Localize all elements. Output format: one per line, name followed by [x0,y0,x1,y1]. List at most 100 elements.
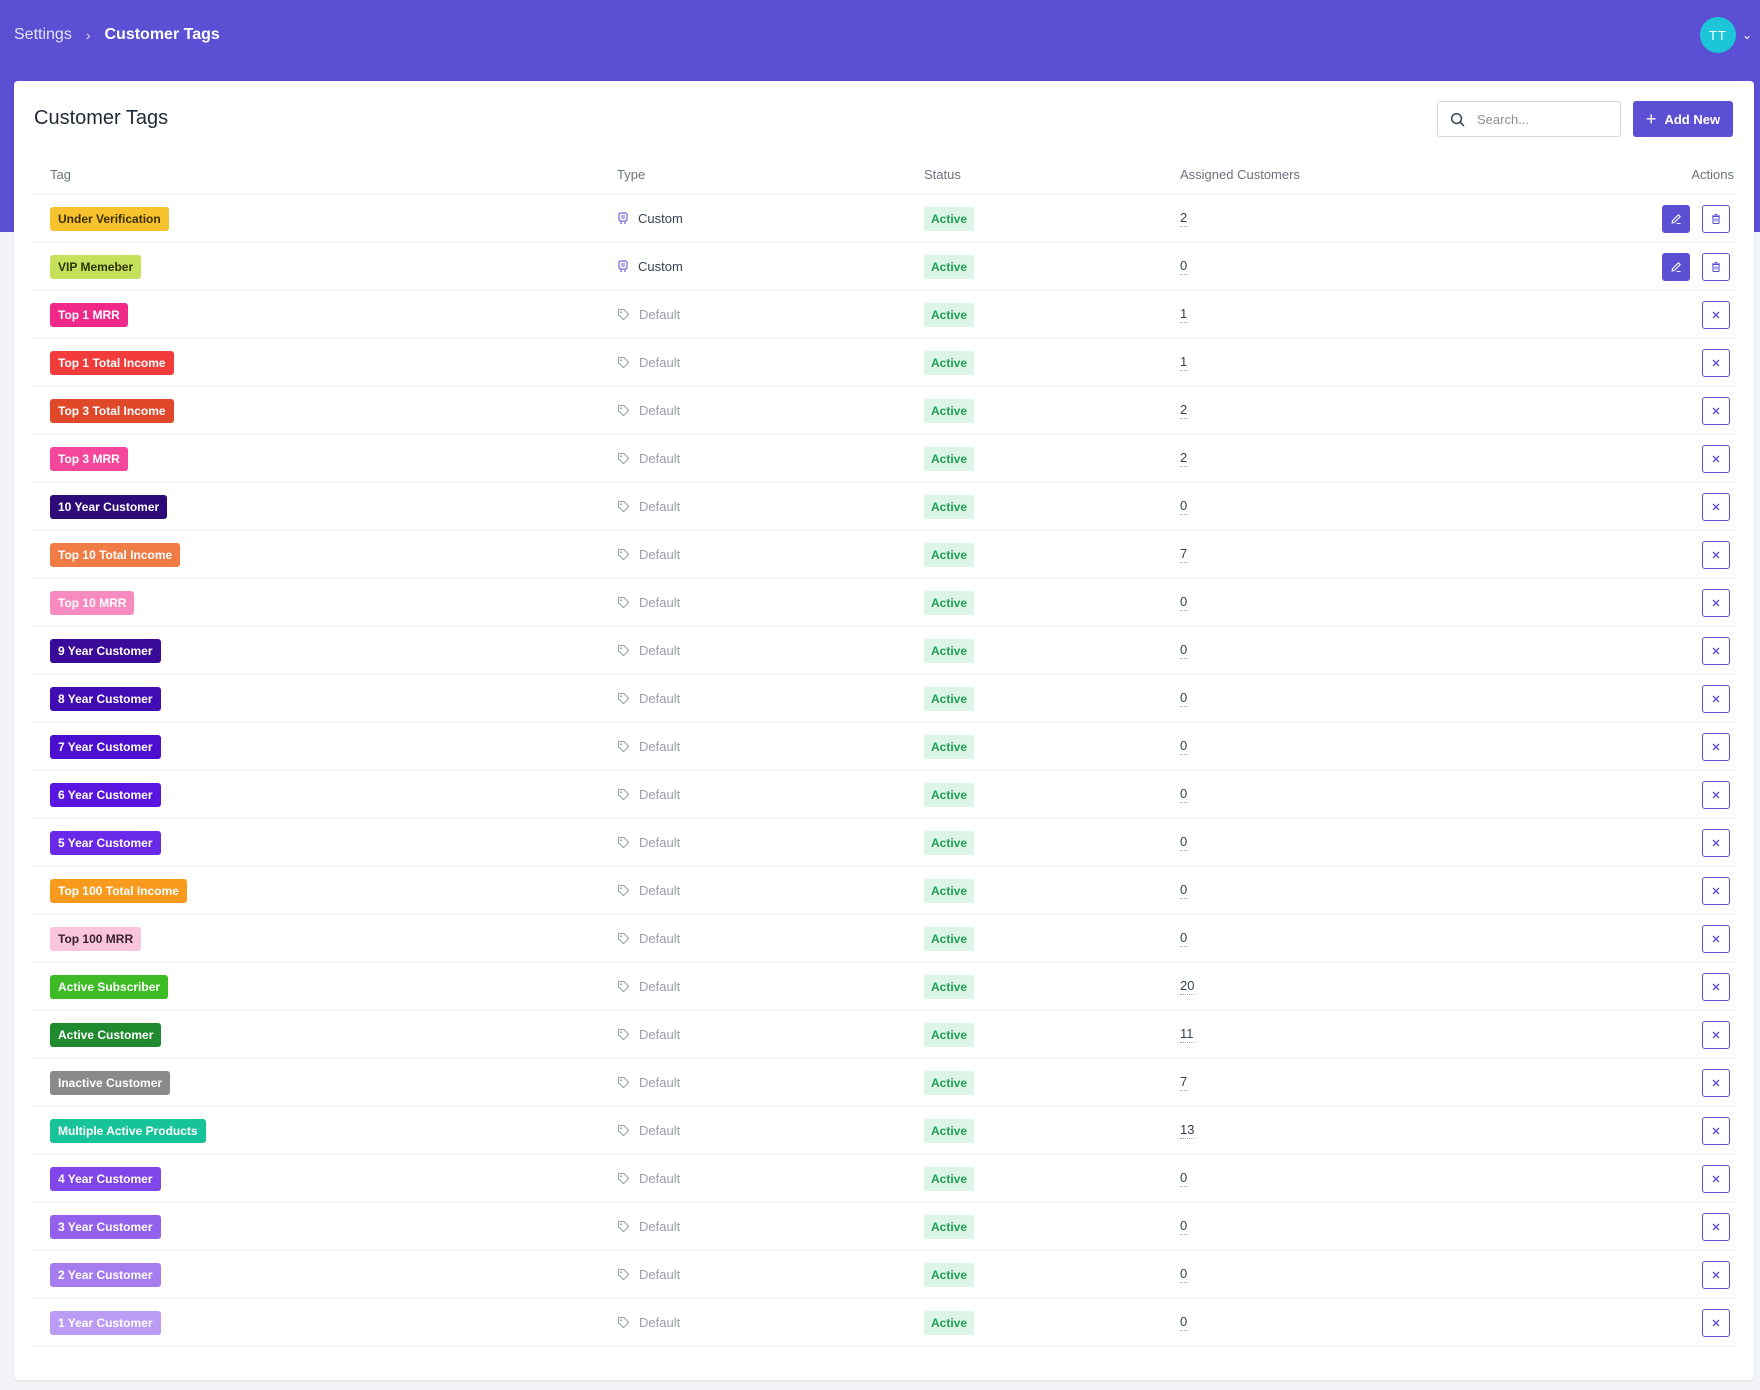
tag-pill[interactable]: Multiple Active Products [50,1118,206,1143]
remove-button[interactable] [1702,540,1730,569]
assigned-count[interactable]: 0 [1180,738,1188,755]
tag-pill[interactable]: 9 Year Customer [50,638,161,663]
assigned-count[interactable]: 0 [1180,834,1188,851]
assigned-count[interactable]: 0 [1180,1218,1188,1235]
close-icon [1712,695,1720,702]
table-row: Active Subscriber Default Active 20 [34,963,1734,1011]
tag-pill[interactable]: 4 Year Customer [50,1166,161,1191]
assigned-cell: 1 [1180,339,1188,386]
add-new-button[interactable]: + Add New [1633,101,1733,137]
assigned-count[interactable]: 13 [1180,1122,1195,1139]
tag-pill[interactable]: Top 3 MRR [50,446,128,471]
remove-button[interactable] [1702,684,1730,713]
tag-pill[interactable]: Inactive Customer [50,1070,171,1095]
table-row: Under Verification Custom Active 2 [34,195,1734,243]
close-icon [1712,503,1720,510]
remove-button[interactable] [1702,300,1730,329]
assigned-count[interactable]: 0 [1180,1170,1188,1187]
tag-pill[interactable]: VIP Memeber [50,254,142,279]
tag-pill[interactable]: Under Verification [50,206,169,231]
remove-button[interactable] [1702,924,1730,953]
tag-pill[interactable]: Top 100 Total Income [50,878,187,903]
search-box[interactable] [1437,101,1621,137]
status-cell: Active [924,771,975,818]
remove-button[interactable] [1702,1212,1730,1241]
breadcrumb-settings-link[interactable]: Settings [14,26,72,44]
tag-pill[interactable]: 5 Year Customer [50,830,161,855]
remove-button[interactable] [1702,348,1730,377]
tag-pill[interactable]: Top 100 MRR [50,926,142,951]
edit-icon [1671,261,1681,272]
tag-pill[interactable]: Top 10 MRR [50,590,135,615]
assigned-count[interactable]: 0 [1180,594,1188,611]
tag-pill[interactable]: 2 Year Customer [50,1262,161,1287]
type-cell: Default [617,579,680,626]
remove-button[interactable] [1702,1308,1730,1337]
remove-button[interactable] [1702,1164,1730,1193]
edit-button[interactable] [1662,204,1690,233]
remove-button[interactable] [1702,1260,1730,1289]
close-icon [1712,359,1720,366]
remove-button[interactable] [1702,444,1730,473]
assigned-count[interactable]: 0 [1180,1314,1188,1331]
status-badge: Active [924,974,975,999]
tag-pill[interactable]: 1 Year Customer [50,1310,161,1335]
assigned-count[interactable]: 0 [1180,642,1188,659]
assigned-count[interactable]: 11 [1180,1026,1194,1043]
tag-icon [617,836,630,849]
type-label: Default [639,1171,681,1186]
tag-pill[interactable]: Top 1 Total Income [50,350,174,375]
tag-pill[interactable]: 10 Year Customer [50,494,168,519]
tag-cell: 6 Year Customer [50,771,161,818]
delete-button[interactable] [1702,252,1730,281]
assigned-count[interactable]: 0 [1180,882,1188,899]
remove-button[interactable] [1702,732,1730,761]
remove-button[interactable] [1702,636,1730,665]
assigned-count[interactable]: 0 [1180,498,1188,515]
status-cell: Active [924,195,975,242]
tag-pill[interactable]: 6 Year Customer [50,782,161,807]
tag-pill[interactable]: 3 Year Customer [50,1214,161,1239]
remove-button[interactable] [1702,1020,1730,1049]
search-input[interactable] [1477,111,1607,127]
assigned-count[interactable]: 7 [1180,546,1188,563]
user-menu[interactable]: TT ⌄ [1699,17,1752,53]
assigned-count[interactable]: 0 [1180,930,1188,947]
assigned-count[interactable]: 0 [1180,258,1188,275]
remove-button[interactable] [1702,1116,1730,1145]
delete-button[interactable] [1702,204,1730,233]
tag-pill[interactable]: 8 Year Customer [50,686,161,711]
assigned-count[interactable]: 7 [1180,1074,1188,1091]
remove-button[interactable] [1702,780,1730,809]
avatar[interactable]: TT [1699,17,1736,53]
status-cell: Active [924,627,975,674]
tag-pill[interactable]: 7 Year Customer [50,734,161,759]
customer-tags-card: Customer Tags + Add New Tag Type Status … [14,81,1754,1380]
tag-pill[interactable]: Top 10 Total Income [50,542,181,567]
assigned-count[interactable]: 0 [1180,786,1188,803]
actions-cell [1702,483,1730,530]
tag-pill[interactable]: Top 1 MRR [50,302,128,327]
assigned-count[interactable]: 20 [1180,978,1195,995]
tag-pill[interactable]: Active Customer [50,1022,162,1047]
assigned-cell: 1 [1180,291,1188,338]
assigned-count[interactable]: 1 [1180,306,1188,323]
assigned-count[interactable]: 2 [1180,402,1188,419]
tag-pill[interactable]: Active Subscriber [50,974,169,999]
remove-button[interactable] [1702,492,1730,521]
assigned-count[interactable]: 0 [1180,690,1188,707]
remove-button[interactable] [1702,828,1730,857]
tag-pill[interactable]: Top 3 Total Income [50,398,174,423]
edit-button[interactable] [1662,252,1690,281]
remove-button[interactable] [1702,1068,1730,1097]
remove-button[interactable] [1702,972,1730,1001]
assigned-count[interactable]: 2 [1180,210,1188,227]
assigned-count[interactable]: 2 [1180,450,1188,467]
assigned-cell: 11 [1180,1011,1194,1058]
remove-button[interactable] [1702,876,1730,905]
remove-button[interactable] [1702,588,1730,617]
assigned-count[interactable]: 0 [1180,1266,1188,1283]
chevron-down-icon[interactable]: ⌄ [1742,28,1752,42]
assigned-count[interactable]: 1 [1180,354,1188,371]
remove-button[interactable] [1702,396,1730,425]
